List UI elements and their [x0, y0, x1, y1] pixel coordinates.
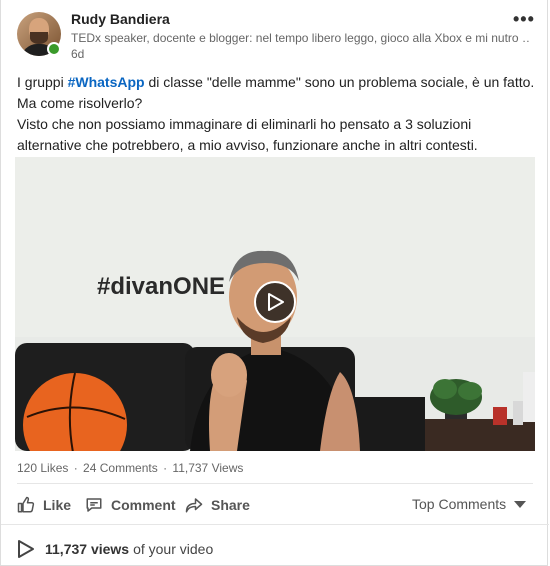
- comment-icon: [86, 498, 102, 512]
- post-card: Rudy Bandiera TEDx speaker, docente e bl…: [0, 0, 549, 566]
- divider: [1, 524, 549, 525]
- comment-button[interactable]: Comment: [85, 495, 176, 515]
- play-outline-icon: [18, 540, 34, 558]
- video-views-footer[interactable]: 11,737 views of your video: [17, 539, 213, 559]
- post-text-start: I gruppi: [17, 74, 68, 90]
- comment-label: Comment: [111, 497, 176, 513]
- sort-label: Top Comments: [412, 496, 507, 512]
- divider: [17, 483, 533, 484]
- thumbs-up-icon: [17, 496, 35, 513]
- likes-count[interactable]: 120 Likes: [17, 461, 68, 475]
- separator: ·: [70, 461, 82, 475]
- like-label: Like: [43, 497, 72, 513]
- hashtag-link[interactable]: #WhatsApp: [68, 74, 145, 90]
- social-counts: 120 Likes · 24 Comments · 11,737 Views: [17, 461, 245, 475]
- author-headline: TEDx speaker, docente e blogger: nel tem…: [71, 31, 531, 45]
- play-button[interactable]: [254, 281, 296, 323]
- video-player[interactable]: #divanONE: [15, 157, 535, 451]
- share-arrow-icon: [185, 498, 203, 513]
- more-options-icon[interactable]: •••: [513, 9, 535, 30]
- sort-comments-dropdown[interactable]: Top Comments: [412, 496, 527, 512]
- author-name[interactable]: Rudy Bandiera: [71, 11, 170, 27]
- video-views-count: 11,737 views: [45, 541, 130, 557]
- share-button[interactable]: Share: [185, 495, 250, 515]
- wall-text: #divanONE: [97, 273, 225, 300]
- play-icon: [268, 293, 284, 311]
- comments-count[interactable]: 24 Comments: [83, 461, 158, 475]
- caret-down-icon: [514, 500, 527, 508]
- post-text: I gruppi #WhatsApp di classe "delle mamm…: [17, 72, 537, 156]
- post-time: 6d: [71, 47, 85, 61]
- views-count: 11,737 Views: [172, 461, 244, 475]
- online-status-icon: [47, 42, 61, 56]
- like-button[interactable]: Like: [17, 495, 71, 515]
- share-label: Share: [211, 497, 250, 513]
- post-text-line2: Visto che non possiamo immaginare di eli…: [17, 116, 478, 153]
- video-views-suffix: of your video: [133, 541, 214, 557]
- separator: ·: [159, 461, 171, 475]
